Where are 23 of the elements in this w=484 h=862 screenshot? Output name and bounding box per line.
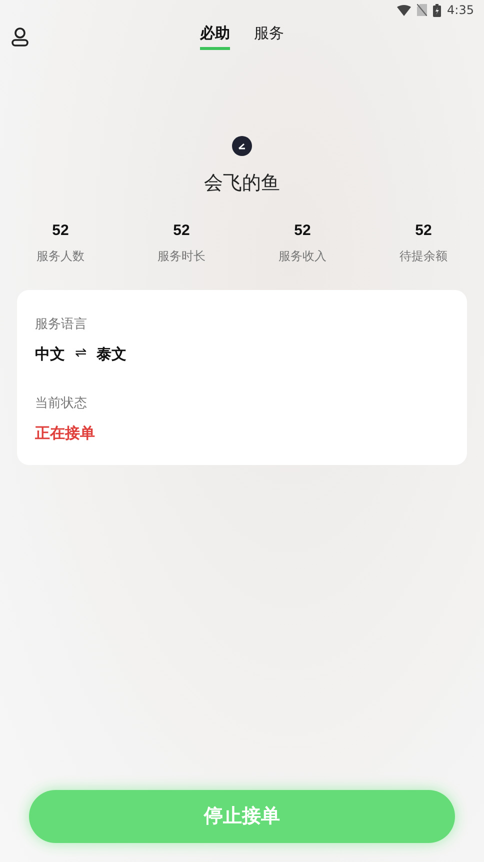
stat-label: 服务人数 — [36, 248, 84, 265]
stat-label: 服务时长 — [158, 248, 206, 265]
stat-label: 待提余额 — [400, 248, 448, 265]
user-name: 会飞的鱼 — [204, 171, 280, 196]
nav-tab[interactable]: 必助 — [200, 22, 230, 50]
stat-value: 52 — [173, 220, 190, 240]
wifi-icon — [397, 4, 412, 16]
source-language: 中文 — [35, 344, 65, 364]
battery-icon — [433, 4, 442, 16]
stat-label: 服务收入 — [278, 248, 326, 265]
profile-icon[interactable] — [11, 27, 29, 47]
status-label: 当前状态 — [35, 395, 88, 413]
stat-value: 52 — [294, 220, 311, 240]
no-sim-icon — [417, 4, 428, 16]
status-time: 4:35 — [447, 2, 474, 19]
edit-icon[interactable] — [232, 136, 252, 156]
target-language: 泰文 — [96, 344, 127, 364]
swap-symbol: ⇌ — [75, 344, 87, 364]
stat-value: 52 — [415, 220, 432, 240]
nav-tab[interactable]: 服务 — [254, 22, 284, 50]
language-label: 服务语言 — [35, 316, 88, 334]
status-text: 正在接单 — [35, 422, 96, 444]
stat-value: 52 — [52, 220, 69, 240]
